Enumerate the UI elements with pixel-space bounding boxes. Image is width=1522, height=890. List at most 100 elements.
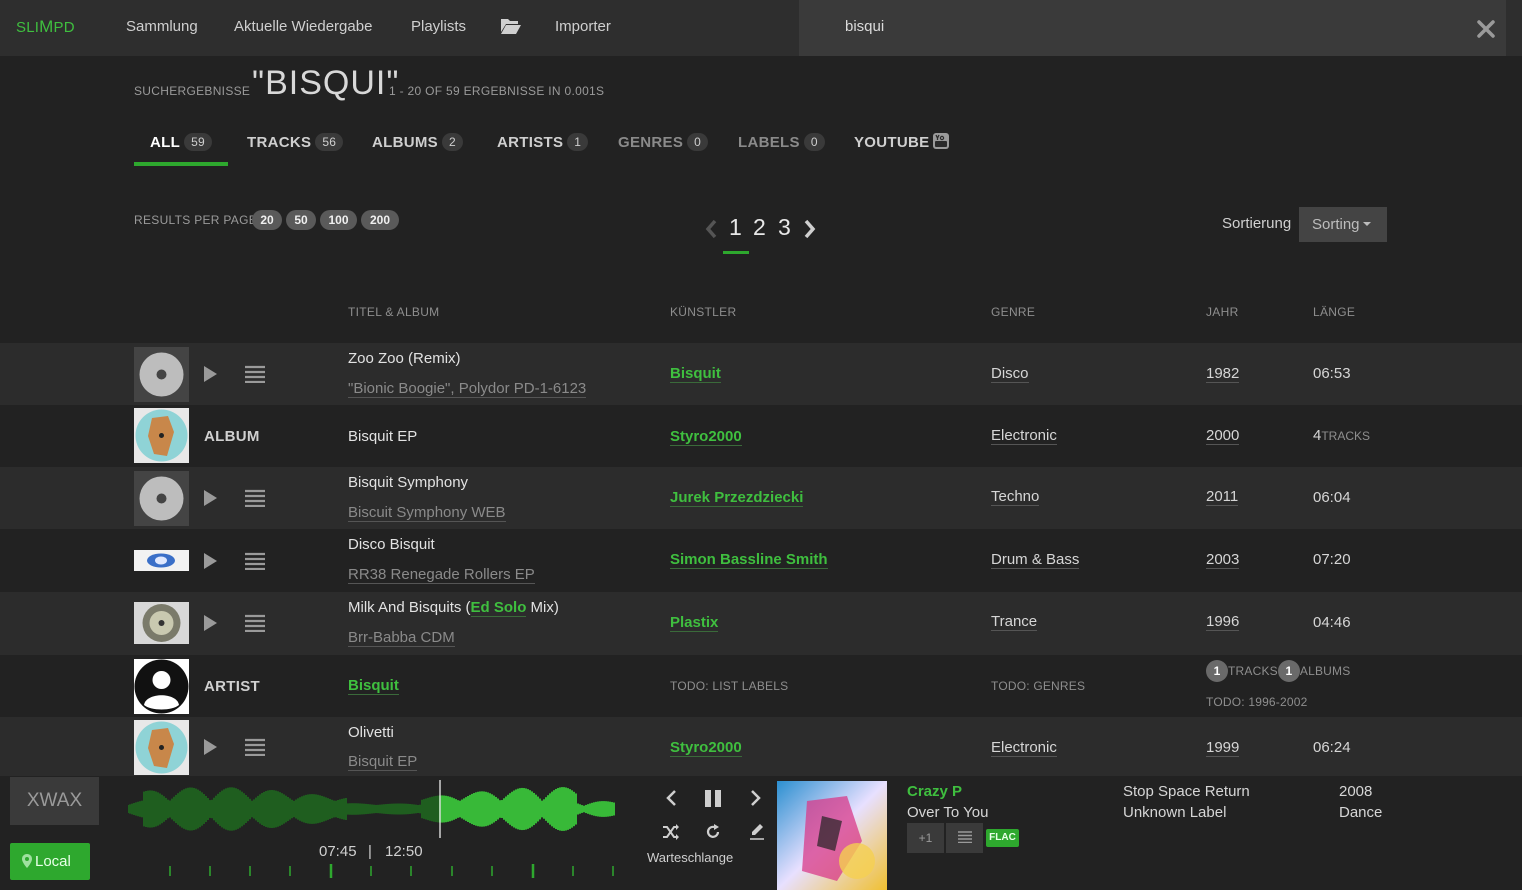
track-artist[interactable]: Bisquit xyxy=(670,365,721,383)
track-year[interactable]: 2011 xyxy=(1206,488,1239,506)
rpp-200[interactable]: 200 xyxy=(361,210,399,230)
sorting-label: Sortierung xyxy=(1222,215,1292,232)
album-cover[interactable] xyxy=(134,720,189,775)
album-title[interactable]: Bisquit EP xyxy=(348,428,417,445)
repeat-icon[interactable] xyxy=(705,824,721,840)
sorting-dropdown[interactable]: Sorting xyxy=(1299,207,1387,242)
col-artist: KÜNSTLER xyxy=(670,305,737,319)
page-1[interactable]: 1 xyxy=(729,214,742,241)
table-row: ARTIST Bisquit TODO: LIST LABELS TODO: G… xyxy=(0,655,1522,717)
add-to-queue-icon[interactable] xyxy=(244,365,266,383)
now-playing-album[interactable]: Stop Space Return xyxy=(1123,783,1250,800)
track-artist[interactable]: Simon Bassline Smith xyxy=(670,551,828,569)
queue-list-button[interactable] xyxy=(946,823,983,853)
shuffle-icon[interactable] xyxy=(662,824,680,840)
track-length: 06:04 xyxy=(1313,489,1351,506)
play-icon[interactable] xyxy=(201,365,219,383)
track-album[interactable]: "Bionic Boogie", Polydor PD-1-6123 xyxy=(348,380,587,398)
track-album[interactable]: Bisquit EP xyxy=(348,753,418,771)
page-3[interactable]: 3 xyxy=(778,214,791,241)
album-cover[interactable] xyxy=(134,408,189,463)
track-year[interactable]: 2003 xyxy=(1206,551,1240,569)
waveform-seekbar[interactable] xyxy=(128,780,616,838)
track-title[interactable]: Milk And Bisquits (Ed Solo Mix) xyxy=(348,599,559,617)
pencil-icon[interactable] xyxy=(749,823,765,841)
album-genre[interactable]: Electronic xyxy=(991,427,1057,445)
tab-tracks[interactable]: TRACKS 56 xyxy=(247,133,344,151)
track-year[interactable]: 1999 xyxy=(1206,739,1240,757)
tab-albums[interactable]: ALBUMS 2 xyxy=(372,133,463,151)
vinyl-placeholder-icon xyxy=(134,471,189,526)
track-genre[interactable]: Trance xyxy=(991,613,1038,631)
track-title[interactable]: Olivetti xyxy=(348,724,394,741)
track-title[interactable]: Bisquit Symphony xyxy=(348,474,468,491)
track-genre[interactable]: Drum & Bass xyxy=(991,551,1080,569)
plus-one-button[interactable]: +1 xyxy=(907,823,944,853)
top-navbar: SLIMPD Sammlung Aktuelle Wiedergabe Play… xyxy=(0,0,1522,56)
track-title[interactable]: Disco Bisquit xyxy=(348,536,435,553)
now-playing-label[interactable]: Unknown Label xyxy=(1123,804,1226,821)
tab-all[interactable]: ALL 59 xyxy=(150,133,213,151)
track-length: 07:20 xyxy=(1313,551,1351,568)
track-album[interactable]: Brr-Babba CDM xyxy=(348,629,455,647)
now-playing-artist[interactable]: Crazy P xyxy=(907,783,962,800)
rpp-20[interactable]: 20 xyxy=(252,210,282,230)
add-to-queue-icon[interactable] xyxy=(244,489,266,507)
play-icon[interactable] xyxy=(201,489,219,507)
artist-genres: TODO: GENRES xyxy=(991,679,1086,693)
track-artist[interactable]: Jurek Przezdziecki xyxy=(670,489,804,507)
close-icon[interactable] xyxy=(1477,20,1495,38)
track-genre[interactable]: Techno xyxy=(991,488,1040,506)
album-year[interactable]: 2000 xyxy=(1206,427,1240,445)
tab-labels[interactable]: LABELS 0 xyxy=(738,133,825,151)
track-year[interactable]: 1996 xyxy=(1206,613,1240,631)
now-playing-year[interactable]: 2008 xyxy=(1339,783,1372,800)
pause-icon[interactable] xyxy=(703,788,723,808)
remixer-link[interactable]: Ed Solo xyxy=(470,599,527,617)
tab-genres[interactable]: GENRES 0 xyxy=(618,133,709,151)
rpp-100[interactable]: 100 xyxy=(320,210,357,230)
play-icon[interactable] xyxy=(201,614,219,632)
track-album[interactable]: RR38 Renegade Rollers EP xyxy=(348,566,535,584)
search-box xyxy=(799,0,1506,56)
add-to-queue-icon[interactable] xyxy=(244,614,266,632)
add-to-queue-icon[interactable] xyxy=(244,552,266,570)
results-count: 1 - 20 OF 59 ERGEBNISSE IN 0.001S xyxy=(389,84,605,98)
nav-now-playing[interactable]: Aktuelle Wiedergabe xyxy=(234,18,372,35)
artist-avatar-icon[interactable] xyxy=(134,659,189,714)
album-artist[interactable]: Styro2000 xyxy=(670,428,742,446)
track-artist[interactable]: Styro2000 xyxy=(670,739,742,757)
track-genre[interactable]: Disco xyxy=(991,365,1029,383)
page-2[interactable]: 2 xyxy=(753,214,766,241)
artist-name[interactable]: Bisquit xyxy=(348,677,399,695)
now-playing-genre[interactable]: Dance xyxy=(1339,804,1382,821)
search-input[interactable] xyxy=(845,18,1405,35)
nav-playlists[interactable]: Playlists xyxy=(411,18,466,35)
play-icon[interactable] xyxy=(201,738,219,756)
chevron-left-icon[interactable] xyxy=(703,218,719,240)
track-album[interactable]: Biscuit Symphony WEB xyxy=(348,504,506,522)
nav-collection[interactable]: Sammlung xyxy=(126,18,198,35)
tab-youtube[interactable]: YOUTUBE xyxy=(854,132,950,151)
queue-label[interactable]: Warteschlange xyxy=(647,850,733,865)
track-year[interactable]: 1982 xyxy=(1206,365,1240,383)
previous-track-icon[interactable] xyxy=(664,789,678,807)
album-cover[interactable] xyxy=(134,602,189,644)
now-playing-cover[interactable] xyxy=(777,781,887,890)
nav-importer[interactable]: Importer xyxy=(555,18,611,35)
track-title[interactable]: Zoo Zoo (Remix) xyxy=(348,350,461,367)
folder-open-icon[interactable] xyxy=(500,17,522,35)
brand-logo[interactable]: SLIMPD xyxy=(16,17,75,37)
local-player-button[interactable]: Local xyxy=(10,843,90,880)
play-icon[interactable] xyxy=(201,552,219,570)
waveform-markers xyxy=(169,864,614,878)
chevron-right-icon[interactable] xyxy=(802,218,818,240)
add-to-queue-icon[interactable] xyxy=(244,738,266,756)
track-genre[interactable]: Electronic xyxy=(991,739,1057,757)
rpp-50[interactable]: 50 xyxy=(286,210,316,230)
xwax-button[interactable]: XWAX xyxy=(10,777,99,825)
album-cover[interactable] xyxy=(134,550,189,571)
next-track-icon[interactable] xyxy=(749,789,763,807)
tab-artists[interactable]: ARTISTS 1 xyxy=(497,133,589,151)
track-artist[interactable]: Plastix xyxy=(670,614,719,632)
